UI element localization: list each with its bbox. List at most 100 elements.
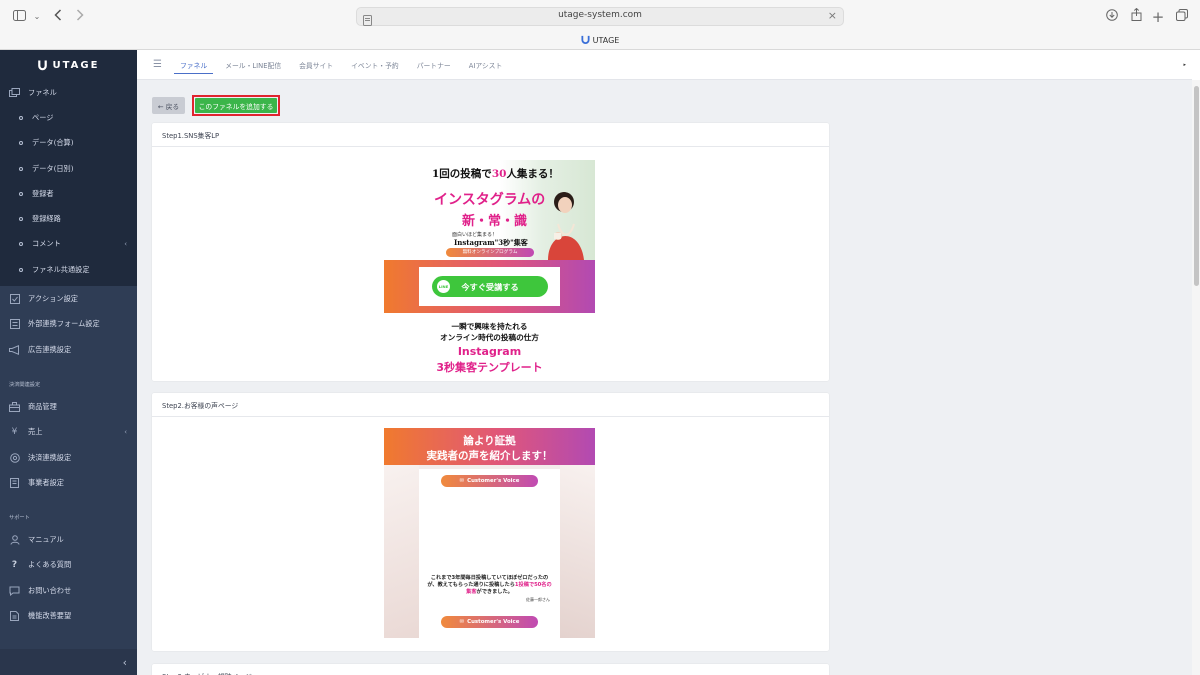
app-window: ⌄ utage-system.com × + UTAGE UTAGE ファネル …: [0, 0, 1200, 675]
sidebar-subitem-label: 登録経路: [32, 214, 61, 224]
account-menu-icon[interactable]: ▸: [1183, 62, 1186, 68]
product-icon: [9, 401, 20, 412]
testimonial-text-b: ができました。: [476, 589, 513, 595]
sidebar-item-payment-integration[interactable]: 決済連携設定: [0, 445, 137, 470]
sidebar-item-products[interactable]: 商品管理: [0, 394, 137, 419]
contact-icon: [9, 585, 20, 596]
sidebar-item-label: 広告連携設定: [28, 344, 72, 354]
sidebar-item-label: アクション設定: [28, 294, 78, 304]
main-content: ← 戻る このファネルを追加する Step1.SNS集客LP 1回の投稿で30人…: [137, 80, 1192, 675]
utage-favicon-icon: [581, 35, 590, 44]
sidebar-item-manual[interactable]: マニュアル: [0, 527, 137, 552]
brand-logo[interactable]: UTAGE: [0, 50, 137, 80]
scrollbar[interactable]: [1192, 80, 1200, 675]
bullet-icon: [19, 115, 23, 120]
sidebar-item-label: 外部連携フォーム設定: [28, 319, 100, 329]
collapse-sidebar-button[interactable]: ‹: [0, 649, 137, 675]
chevron-down-icon[interactable]: ⌄: [32, 8, 42, 26]
sidebar-item-business[interactable]: 事業者設定: [0, 470, 137, 495]
sidebar-subitem-comments[interactable]: コメント ‹: [0, 232, 137, 257]
tabs-icon[interactable]: [1175, 8, 1189, 26]
sidebar-item-faq[interactable]: ? よくある質問: [0, 553, 137, 578]
bullet-icon: [19, 267, 23, 272]
sidebar-item-feature-request[interactable]: 機能改善要望: [0, 603, 137, 628]
sidebar-subitem-registrants[interactable]: 登録者: [0, 181, 137, 206]
address-bar[interactable]: utage-system.com ×: [356, 7, 844, 26]
lp-small-text: 面白いほど集まる！: [452, 232, 498, 238]
sidebar-subitem-label: コメント: [32, 239, 61, 249]
sidebar-item-contact[interactable]: お問い合わせ: [0, 578, 137, 603]
url-text: utage-system.com: [558, 10, 642, 20]
sidebar-item-label: 売上: [28, 427, 43, 437]
testimonial-name: 佐藤一郎さん: [526, 597, 550, 602]
request-icon: [9, 610, 20, 621]
add-funnel-button[interactable]: このファネルを追加する: [195, 98, 277, 113]
sidebar: UTAGE ファネル ページ データ(合算) データ(日別) 登録者 登録経路 …: [0, 50, 137, 675]
tab-event-booking[interactable]: イベント・予約: [351, 50, 399, 80]
top-navigation: ☰ ファネル メール・LINE配信 会員サイト イベント・予約 パートナー AI…: [137, 50, 1192, 80]
sidebar-item-external-form[interactable]: 外部連携フォーム設定: [0, 312, 137, 337]
lp-headline-1: インスタグラムの: [434, 192, 546, 208]
sidebar-item-sales[interactable]: ¥ 売上 ‹: [0, 420, 137, 445]
yen-icon: ¥: [11, 427, 18, 438]
step-title: Step1.SNS集客LP: [152, 123, 829, 147]
sidebar-item-label: お問い合わせ: [28, 585, 72, 595]
lp-program-pill: 無料オンラインプログラム: [446, 248, 534, 257]
customer-voice-pill: ✉ Customer's Voice: [441, 616, 538, 628]
lp-instagram-line: Instagram"3秒"集客: [454, 238, 528, 247]
lp-background-left: [384, 465, 419, 638]
lp-sub-4: 3秒集客テンプレート: [436, 361, 543, 374]
tab-partner[interactable]: パートナー: [417, 50, 451, 80]
testimonial-card: ✉ Customer's Voice これまで3年間毎日投稿していてほぼゼロだった…: [419, 469, 560, 638]
lp-preview-voice[interactable]: 論より証拠 実践者の声を紹介します！ ✉ Customer's Voice これま…: [384, 428, 595, 638]
back-button[interactable]: ← 戻る: [152, 97, 185, 114]
share-icon[interactable]: [1129, 7, 1143, 26]
tab-member-site[interactable]: 会員サイト: [299, 50, 333, 80]
sidebar-subitem-common-settings[interactable]: ファネル共通設定: [0, 257, 137, 282]
sidebar-item-funnel[interactable]: ファネル: [0, 80, 137, 105]
sidebar-toggle-icon[interactable]: [12, 8, 26, 26]
action-icon: [9, 294, 20, 305]
tab-title[interactable]: UTAGE: [0, 35, 1200, 45]
tab-funnel[interactable]: ファネル: [173, 50, 214, 80]
brand-name: UTAGE: [52, 59, 100, 71]
plus-icon[interactable]: +: [1151, 8, 1165, 26]
sidebar-subitem-label: データ(合算): [32, 138, 74, 148]
back-arrow-icon[interactable]: [52, 8, 64, 26]
scrollbar-thumb[interactable]: [1194, 86, 1199, 286]
customer-voice-label: Customer's Voice: [467, 619, 520, 625]
step-title: Step2.お客様の声ページ: [152, 393, 829, 417]
sidebar-item-label: よくある質問: [28, 560, 72, 570]
sidebar-item-ad-settings[interactable]: 広告連携設定: [0, 337, 137, 362]
sidebar-subitem-data-total[interactable]: データ(合算): [0, 131, 137, 156]
close-icon[interactable]: ×: [828, 9, 837, 22]
sidebar-subitem-data-daily[interactable]: データ(日別): [0, 156, 137, 181]
sidebar-item-label: 事業者設定: [28, 477, 64, 487]
lp-voice-headline-2: 実践者の声を紹介します！: [426, 450, 553, 462]
customer-voice-label: Customer's Voice: [467, 478, 520, 484]
sidebar-subitem-routes[interactable]: 登録経路: [0, 206, 137, 231]
add-funnel-button-highlight[interactable]: このファネルを追加する: [192, 95, 280, 116]
line-icon: LINE: [437, 280, 450, 293]
hamburger-menu-icon[interactable]: ☰: [153, 59, 165, 70]
lp-cta-button[interactable]: LINE 今すぐ受講する: [432, 276, 548, 297]
forward-arrow-icon[interactable]: [74, 8, 86, 26]
step-card-2: Step2.お客様の声ページ 論より証拠 実践者の声を紹介します！ ✉ Custo…: [152, 393, 829, 651]
download-icon[interactable]: [1105, 8, 1119, 26]
collapse-icon: ‹: [122, 655, 127, 669]
sidebar-subitem-page[interactable]: ページ: [0, 105, 137, 130]
lp-cta-box: LINE 今すぐ受講する: [419, 267, 560, 306]
lp-voice-header: 論より証拠 実践者の声を紹介します！: [384, 428, 595, 465]
lp-catch-pre: 1回の投稿で: [432, 168, 492, 180]
megaphone-icon: [9, 344, 20, 355]
lp-preview-sns[interactable]: 1回の投稿で30人集まる！ インスタグラムの 新・常・識 面白いほど集まる！ I…: [384, 160, 595, 378]
form-icon: [9, 319, 20, 330]
sidebar-item-action-settings[interactable]: アクション設定: [0, 286, 137, 311]
tab-ai-assist[interactable]: AIアシスト: [469, 50, 503, 80]
customer-voice-pill: ✉ Customer's Voice: [441, 475, 538, 487]
step-card-3: Step3.ウェビナー視聴ページ: [152, 664, 829, 675]
step-card-1: Step1.SNS集客LP 1回の投稿で30人集まる！ インスタグラムの 新・常…: [152, 123, 829, 381]
tab-mail-line[interactable]: メール・LINE配信: [225, 50, 281, 80]
sidebar-item-label: ファネル: [28, 87, 57, 97]
bullet-icon: [19, 141, 23, 146]
